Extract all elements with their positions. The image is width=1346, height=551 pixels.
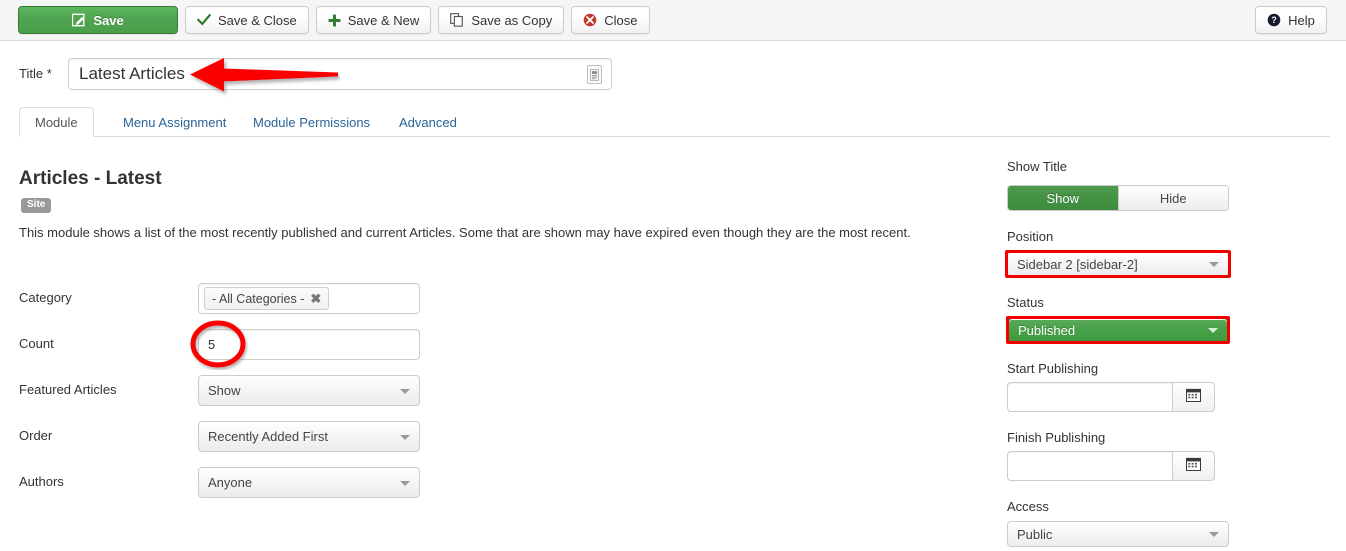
title-field-label: Title * — [19, 66, 52, 81]
toolbar: Save Save & Close Save & New Save as Cop… — [0, 0, 1346, 41]
order-control: Recently Added First — [198, 421, 420, 452]
title-input[interactable] — [69, 59, 574, 89]
category-control: - All Categories - ✖ — [198, 283, 420, 314]
save-button-label: Save — [93, 12, 124, 28]
save-and-new-button[interactable]: Save & New — [315, 6, 432, 34]
save-and-new-label: Save & New — [347, 12, 420, 28]
svg-text:?: ? — [1271, 15, 1276, 25]
copy-icon — [450, 13, 464, 27]
category-chip-label: - All Categories - — [212, 291, 305, 306]
featured-articles-control: Show — [198, 375, 420, 406]
title-field-row: Title * — [0, 58, 1346, 92]
save-and-close-button[interactable]: Save & Close — [185, 6, 309, 34]
tab-module[interactable]: Module — [19, 107, 94, 137]
tab-bar: Module Menu Assignment Module Permission… — [19, 107, 1330, 137]
save-pencil-icon — [72, 13, 86, 27]
module-edit-page: Save Save & Close Save & New Save as Cop… — [0, 0, 1346, 551]
featured-articles-value: Show — [208, 383, 241, 398]
show-title-label: Show Title — [1007, 159, 1067, 174]
position-select[interactable]: Sidebar 2 [sidebar-2] — [1007, 252, 1229, 276]
site-badge: Site — [21, 198, 52, 213]
start-publishing-label: Start Publishing — [1007, 361, 1099, 376]
authors-label: Authors — [19, 474, 64, 489]
category-chip-input[interactable]: - All Categories - ✖ — [198, 283, 420, 314]
tab-module-permissions[interactable]: Module Permissions — [237, 107, 386, 137]
order-select[interactable]: Recently Added First — [198, 421, 420, 452]
chevron-down-icon — [1209, 532, 1219, 537]
cancel-circle-icon — [583, 13, 597, 27]
authors-control: Anyone — [198, 467, 420, 498]
status-select[interactable]: Published — [1008, 318, 1228, 342]
save-and-close-label: Save & Close — [218, 12, 297, 28]
finish-publishing-input[interactable] — [1007, 451, 1172, 481]
access-label: Access — [1007, 499, 1049, 514]
close-button[interactable]: Close — [571, 6, 650, 34]
order-value: Recently Added First — [208, 429, 328, 444]
save-as-copy-button[interactable]: Save as Copy — [438, 6, 565, 34]
calendar-icon — [1185, 388, 1202, 407]
chevron-down-icon — [1209, 262, 1219, 267]
status-value: Published — [1018, 322, 1076, 338]
chevron-down-icon — [400, 388, 410, 394]
featured-articles-label: Featured Articles — [19, 382, 117, 397]
save-as-copy-label: Save as Copy — [471, 12, 553, 28]
check-icon — [197, 14, 211, 26]
tab-advanced[interactable]: Advanced — [383, 107, 473, 137]
finish-publishing-control — [1007, 451, 1229, 481]
category-chip[interactable]: - All Categories - ✖ — [204, 287, 330, 310]
position-value: Sidebar 2 [sidebar-2] — [1017, 256, 1138, 272]
help-button-label: Help — [1288, 12, 1315, 28]
show-title-show-button[interactable]: Show — [1008, 186, 1118, 210]
count-control — [198, 329, 420, 360]
plus-icon — [328, 14, 341, 27]
toolbar-left-group: Save Save & Close Save & New Save as Cop… — [18, 6, 650, 34]
start-publishing-control — [1007, 382, 1229, 412]
authors-value: Anyone — [208, 475, 253, 490]
title-input-wrapper — [68, 58, 612, 90]
module-description: This module shows a list of the most rec… — [19, 225, 911, 240]
start-publishing-calendar-button[interactable] — [1172, 382, 1215, 412]
chevron-down-icon — [400, 434, 410, 440]
order-label: Order — [19, 428, 53, 443]
close-button-label: Close — [604, 12, 638, 28]
save-button[interactable]: Save — [18, 6, 178, 34]
status-label: Status — [1007, 295, 1044, 310]
toolbar-right-group: ? Help — [1255, 6, 1327, 34]
help-circle-icon: ? — [1267, 13, 1281, 27]
show-title-hide-button[interactable]: Hide — [1117, 186, 1228, 210]
module-heading: Articles - Latest — [19, 168, 162, 189]
chevron-down-icon — [1208, 328, 1218, 333]
show-title-toggle-group: Show Hide — [1007, 185, 1229, 211]
article-icon[interactable] — [587, 65, 602, 84]
category-label: Category — [19, 290, 72, 305]
authors-select[interactable]: Anyone — [198, 467, 420, 498]
chevron-down-icon — [400, 480, 410, 486]
access-select[interactable]: Public — [1007, 521, 1229, 547]
access-value: Public — [1017, 526, 1053, 542]
position-label: Position — [1007, 229, 1054, 244]
calendar-icon — [1185, 457, 1202, 476]
count-label: Count — [19, 336, 54, 351]
help-button[interactable]: ? Help — [1255, 6, 1327, 34]
start-publishing-input[interactable] — [1007, 382, 1172, 412]
featured-articles-select[interactable]: Show — [198, 375, 420, 406]
finish-publishing-calendar-button[interactable] — [1172, 451, 1215, 481]
chip-remove-icon[interactable]: ✖ — [310, 291, 321, 307]
tab-menu-assignment[interactable]: Menu Assignment — [107, 107, 242, 137]
count-input[interactable] — [198, 329, 420, 360]
finish-publishing-label: Finish Publishing — [1007, 430, 1106, 445]
